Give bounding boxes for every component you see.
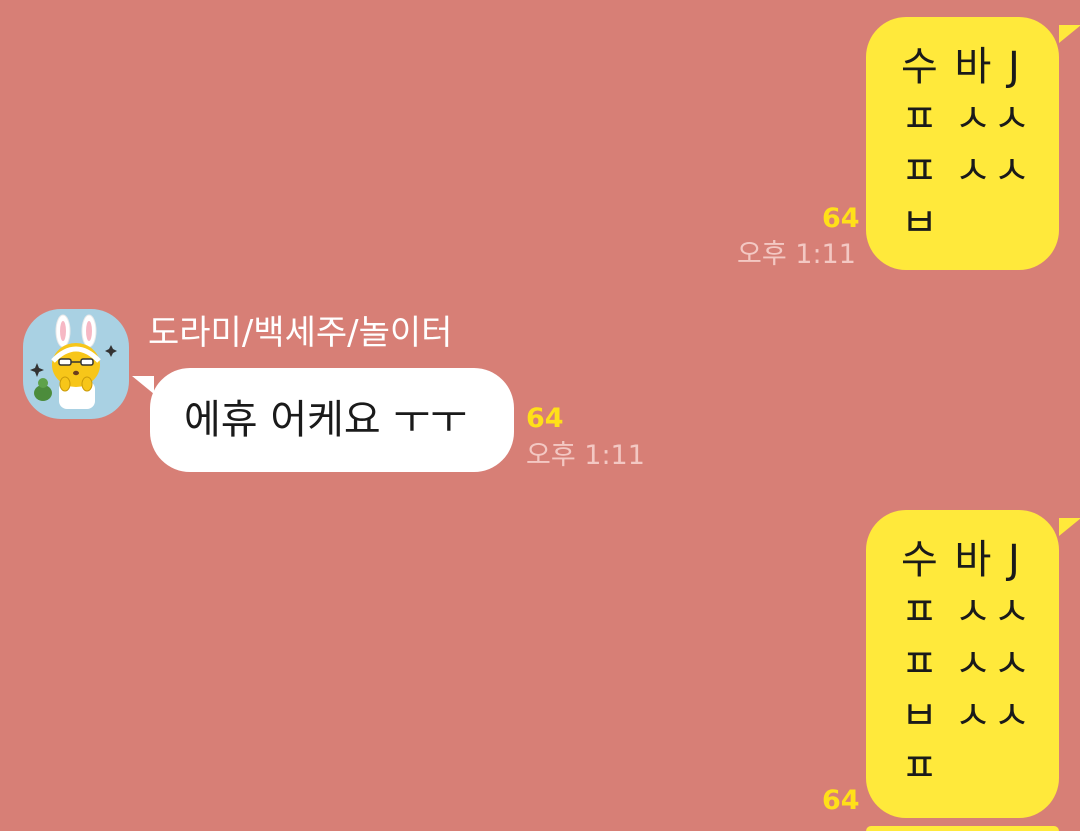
chat-window: 수 바 J ㅍ ㅅㅅ ㅍ ㅅㅅ ㅂ 64 오후 1:11 도라미/백세주/놀이터… bbox=[0, 0, 1080, 831]
message-bubble-outgoing[interactable]: 수 바 J ㅍ ㅅㅅ ㅍ ㅅㅅ ㅂ ㅅㅅ ㅍ bbox=[866, 510, 1080, 818]
unread-count: 64 bbox=[822, 203, 860, 234]
message-bubble-outgoing[interactable]: 수 바 J ㅍ ㅅㅅ ㅍ ㅅㅅ ㅂ bbox=[866, 17, 1080, 270]
avatar[interactable] bbox=[23, 309, 129, 419]
unread-count: 64 bbox=[822, 785, 860, 816]
message-time: 오후 1:11 bbox=[526, 440, 645, 471]
sender-name: 도라미/백세주/놀이터 bbox=[148, 313, 453, 353]
message-bubble-outgoing-partial bbox=[866, 826, 1059, 831]
rabbit-character-icon bbox=[30, 314, 117, 409]
message-bubble-incoming[interactable]: 에휴 어케요 ㅜㅜ bbox=[132, 368, 514, 472]
message-time: 오후 1:11 bbox=[737, 239, 856, 270]
unread-count: 64 bbox=[526, 403, 564, 434]
